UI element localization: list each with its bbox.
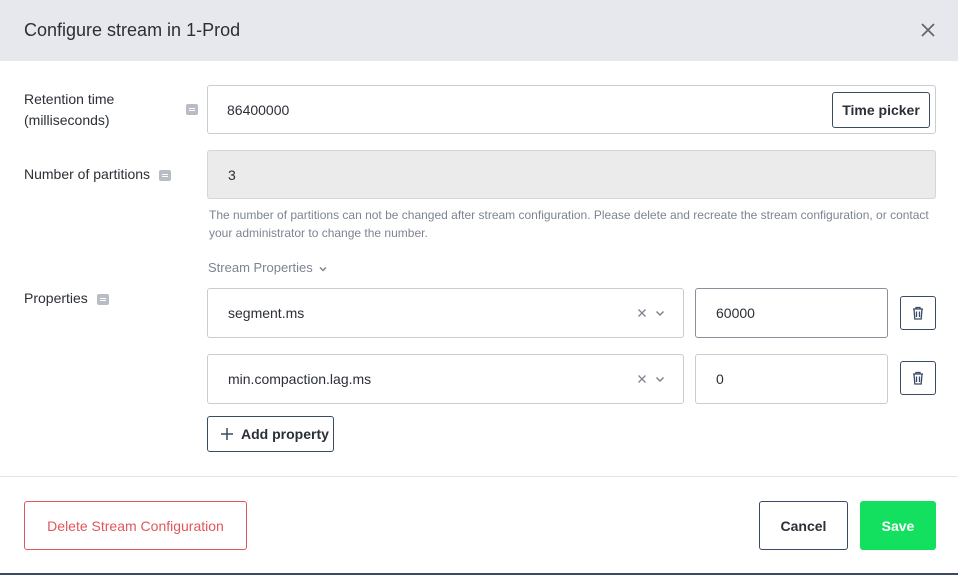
time-picker-button[interactable]: Time picker (832, 92, 930, 128)
close-icon[interactable] (918, 20, 938, 40)
partitions-help-text: The number of partitions can not be chan… (209, 208, 929, 240)
property-key-value: min.compaction.lag.ms (228, 371, 372, 387)
retention-label-line1: Retention time (24, 91, 115, 107)
cancel-button[interactable]: Cancel (759, 501, 848, 550)
properties-label: Properties (24, 288, 109, 309)
footer-divider (0, 476, 958, 477)
properties-label-text: Properties (24, 290, 88, 306)
add-property-label: Add property (241, 426, 329, 442)
stream-properties-label: Stream Properties (208, 260, 313, 275)
info-icon[interactable] (186, 104, 198, 115)
dialog-title: Configure stream in 1-Prod (24, 20, 241, 40)
clear-icon[interactable] (636, 307, 648, 319)
info-icon[interactable] (96, 293, 109, 305)
chevron-down-icon[interactable] (654, 373, 666, 385)
clear-icon[interactable] (636, 373, 648, 385)
property-value: 0 (716, 371, 724, 387)
save-button[interactable]: Save (860, 501, 936, 550)
plus-icon (221, 428, 233, 440)
add-property-button[interactable]: Add property (207, 416, 334, 452)
stream-properties-toggle[interactable]: Stream Properties (208, 260, 328, 275)
property-value-input[interactable]: 0 (695, 354, 888, 404)
delete-property-button[interactable] (900, 296, 936, 330)
property-key-select[interactable]: min.compaction.lag.ms (207, 354, 684, 404)
partitions-input: 3 (207, 150, 936, 199)
dialog-header: Configure stream in 1-Prod (0, 0, 958, 61)
partitions-value: 3 (228, 166, 236, 183)
retention-label: Retention time (milliseconds) (24, 89, 114, 131)
partitions-label-text: Number of partitions (24, 166, 151, 182)
property-value: 60000 (716, 305, 755, 321)
retention-value: 86400000 (227, 101, 290, 118)
property-key-select[interactable]: segment.ms (207, 288, 684, 338)
property-key-value: segment.ms (228, 305, 305, 321)
info-icon[interactable] (158, 169, 171, 181)
retention-label-line2: (milliseconds) (24, 112, 110, 128)
retention-input[interactable]: 86400000 (207, 85, 936, 134)
trash-icon (913, 306, 923, 320)
delete-property-button[interactable] (900, 361, 936, 395)
delete-stream-configuration-button[interactable]: Delete Stream Configuration (24, 501, 247, 550)
trash-icon (913, 371, 923, 385)
property-value-input[interactable]: 60000 (695, 288, 888, 338)
partitions-label: Number of partitions (24, 164, 171, 185)
chevron-down-icon[interactable] (654, 307, 666, 319)
chevron-down-icon (319, 266, 327, 272)
